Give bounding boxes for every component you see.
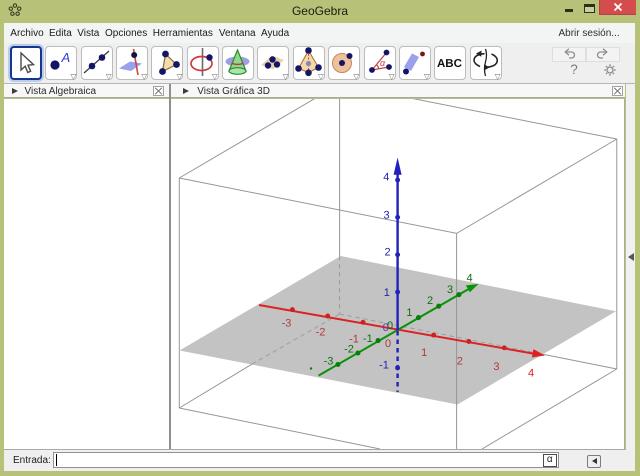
svg-text:0: 0: [383, 322, 389, 334]
svg-text:3: 3: [447, 284, 453, 296]
svg-text:-2: -2: [344, 344, 354, 356]
svg-text:-1: -1: [363, 333, 373, 345]
svg-text:2: 2: [385, 247, 391, 259]
svg-text:4: 4: [528, 368, 534, 380]
svg-text:α: α: [380, 58, 386, 68]
svg-text:-1: -1: [379, 360, 389, 372]
svg-text:3: 3: [383, 209, 389, 221]
svg-text:-2: -2: [316, 327, 326, 339]
svg-text:1: 1: [421, 347, 427, 359]
svg-text:0: 0: [385, 338, 391, 350]
svg-text:2: 2: [427, 295, 433, 307]
svg-text:1: 1: [384, 287, 390, 299]
svg-text:A: A: [61, 50, 71, 65]
svg-text:ABC: ABC: [437, 58, 462, 70]
svg-text:2: 2: [457, 355, 463, 367]
svg-text:1: 1: [406, 307, 412, 319]
svg-text:-3: -3: [282, 318, 292, 330]
svg-text:4: 4: [467, 272, 473, 284]
svg-text:4: 4: [383, 172, 389, 184]
svg-text:3: 3: [493, 361, 499, 373]
svg-text:-3: -3: [324, 355, 334, 367]
